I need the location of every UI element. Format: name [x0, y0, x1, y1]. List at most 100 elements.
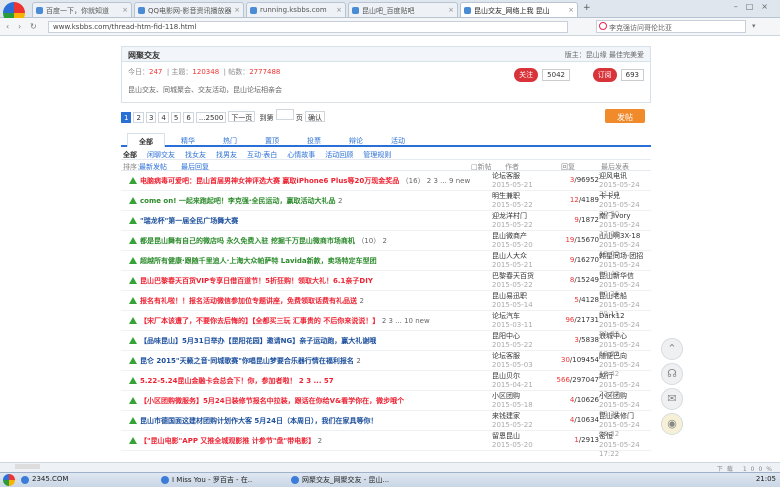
back-to-top-icon[interactable]: ⌃ — [661, 338, 683, 360]
last-poster[interactable]: 山山啊3X-18 — [599, 232, 640, 240]
thread-row[interactable]: 昆山巴黎春天百货VIP专享日借百道节！5折狂购！领取大礼！6.1亲子DIY 巴黎… — [121, 271, 651, 298]
browser-tab[interactable]: running.ksbbs.com × — [246, 2, 346, 17]
thread-pages[interactable]: 2 — [359, 297, 363, 305]
thread-title-link[interactable]: 超越所有健康·跟随千里追人·上海大众帕萨特 Lavida新款，卖场特定车型团 — [140, 257, 377, 265]
thread-author[interactable]: 论坛客服 — [492, 352, 520, 360]
last-poster[interactable]: 密恒 — [599, 432, 613, 440]
next-page-button[interactable]: 下一页 — [228, 111, 256, 122]
last-poster[interactable]: 昆山老船 — [599, 292, 627, 300]
thread-row[interactable]: 5.22-5.24昆山金融卡会总会下！你，参加者啦！ 2 3 ... 57 昆山… — [121, 371, 651, 398]
page-link[interactable]: 4 — [158, 112, 169, 123]
thread-pages[interactable]: （10） 2 — [357, 237, 387, 245]
follow-button[interactable]: 关注 — [514, 68, 539, 82]
thread-author[interactable]: 论坛客服 — [492, 172, 520, 180]
last-poster[interactable]: 小区团购 — [599, 392, 627, 400]
back-button[interactable]: ‹ — [6, 22, 9, 31]
thread-title-link[interactable]: 昆山市德国面这建材团购计划作大客 5月24日（本周日），我们在家具等你！ — [140, 417, 378, 425]
thread-author[interactable]: 昆山易迅职 — [492, 292, 527, 300]
tab-activity[interactable]: 活动 — [379, 133, 417, 147]
browser-tab[interactable]: 百度一下，你就知道 × — [32, 2, 132, 17]
thread-title-link[interactable]: 昆山巴黎春天百货VIP专享日借百道节！5折狂购！领取大礼！6.1亲子DIY — [140, 277, 373, 285]
thread-title-link[interactable]: 昆仑 2015"天籁之音·同城歌赛"你唱昆山梦要合乐器行情在福利报名 — [140, 357, 354, 365]
tab-hot[interactable]: 热门 — [211, 133, 249, 147]
close-icon[interactable]: × — [568, 6, 574, 14]
close-icon[interactable]: × — [234, 6, 240, 14]
thread-title-link[interactable]: 都是昆山舞有自己的微店吗 永久免费入驻 挖掘千万昆山微商市场商机 — [140, 237, 355, 245]
thread-title-link[interactable]: 【"昆山电影"APP 又推全城观影推 计参节"盘"带电影】 — [140, 437, 315, 445]
thread-title-link[interactable]: 【品味昆山】5月31日举办【昆阳花园】邀请NG】亲子运动跑，赢大礼谢哦 — [140, 337, 376, 345]
thread-row[interactable]: 超越所有健康·跟随千里追人·上海大众帕萨特 Lavida新款，卖场特定车型团 昆… — [121, 251, 651, 278]
thread-author[interactable]: 昆山贝尔 — [492, 372, 520, 380]
weibo-icon[interactable]: ◉ — [661, 413, 683, 435]
thread-row[interactable]: 【小区团购微服务】5月24日装修节报名中拉装，跟话在你给V&看学你在，微步哦个 … — [121, 391, 651, 418]
tab-digest[interactable]: 精华 — [169, 133, 207, 147]
thread-title-link[interactable]: 电脑病毒可爱吧：昆山首届男神女神评选大赛 赢取iPhone6 Plus等20万现… — [140, 177, 399, 185]
thread-author[interactable]: 昆山人大众 — [492, 252, 527, 260]
subtab[interactable]: 心情故事 — [287, 151, 315, 159]
taskbar-item[interactable]: 2345.COM — [20, 475, 68, 486]
browser-search-input[interactable]: 李克强访问哥伦比亚 — [596, 20, 746, 33]
thread-row[interactable]: 都是昆山舞有自己的微店吗 永久免费入驻 挖掘千万昆山微商市场商机 （10） 2 昆… — [121, 231, 651, 258]
forward-button[interactable]: › — [18, 22, 21, 31]
chevron-down-icon[interactable]: ▾ — [752, 22, 756, 30]
last-poster[interactable]: 浪城中心 — [599, 332, 627, 340]
goto-page-input[interactable] — [275, 109, 294, 120]
page-link[interactable]: 5 — [170, 112, 182, 123]
subtab[interactable]: 找女友 — [185, 151, 206, 159]
last-poster[interactable]: 迎风电讯 — [599, 172, 627, 180]
tab-all[interactable]: 全部 — [127, 133, 165, 147]
close-icon[interactable]: × — [336, 6, 342, 14]
thread-row[interactable]: 报名有礼啦！！报名活动微信参加位专题讲座，免费领取话费有礼品送 2 昆山易迅职 20… — [121, 291, 651, 318]
thread-row[interactable]: "瑞龙杯"第一届全民广场舞大赛 迎龙洋村门 2015-05-22 9/1872 南门I… — [121, 211, 651, 238]
tab-sticky[interactable]: 置顶 — [253, 133, 291, 147]
page-link[interactable]: 2 — [133, 112, 144, 123]
thread-row[interactable]: come on! 一起来跑起吧！李克强·全民运动，赢取活动大礼品 2 明生兼职 20… — [121, 191, 651, 218]
thread-author[interactable]: 论坛汽车 — [492, 312, 520, 320]
thread-author[interactable]: 小区团购 — [492, 392, 520, 400]
thread-pages[interactable]: 2 — [338, 197, 342, 205]
thread-title-link[interactable]: 【宋厂本该遭了，不要你去后悔的】【全都买三玩 汇事贵的 不后你来说说！】 — [140, 317, 379, 325]
thread-title-link[interactable]: 【小区团购微服务】5月24日装修节报名中拉装，跟话在你给V&看学你在，微步哦个 — [140, 397, 404, 405]
thread-author[interactable]: 来钱建家 — [492, 412, 520, 420]
subtab[interactable]: 互动·表白 — [247, 151, 277, 159]
thread-row[interactable]: 【品味昆山】5月31日举办【昆阳花园】邀请NG】亲子运动跑，赢大礼谢哦 昆阳中心… — [121, 331, 651, 358]
thread-author[interactable]: 巴黎春天百货 — [492, 272, 534, 280]
subtab[interactable]: 活动回顾 — [325, 151, 353, 159]
thread-pages[interactable]: 2 — [356, 357, 360, 365]
page-link[interactable]: ...2500 — [195, 112, 227, 123]
new-post-button[interactable]: 发帖 — [605, 109, 645, 123]
moderators[interactable]: 版主：昆山缘 最佳完美爱 — [565, 50, 644, 60]
thread-author[interactable]: 迎龙洋村门 — [492, 212, 527, 220]
tab-debate[interactable]: 辩论 — [337, 133, 375, 147]
thread-pages[interactable]: 2 — [318, 437, 322, 445]
taskbar-item[interactable]: I Miss You - 罗百吉 - 在.. — [160, 475, 252, 486]
thread-pages[interactable]: （16） 2 3 ... 9 new — [402, 177, 471, 185]
goto-confirm-button[interactable]: 确认 — [305, 111, 326, 122]
taskbar-item[interactable]: 网聚交友_网聚交友 - 昆山... — [290, 475, 389, 486]
thread-title-link[interactable]: 5.22-5.24昆山金融卡会总会下！你，参加者啦！ 2 3 ... 57 — [140, 377, 334, 385]
refresh-button[interactable]: ↻ — [30, 22, 37, 31]
close-icon[interactable]: × — [122, 6, 128, 14]
start-button[interactable] — [3, 474, 15, 486]
last-poster[interactable]: 韩星同场·团招 — [599, 252, 643, 260]
thread-title-link[interactable]: "瑞龙杯"第一届全民广场舞大赛 — [140, 217, 238, 225]
rss-button[interactable]: 订阅 — [592, 68, 617, 82]
browser-tab[interactable]: QQ电影网-影音资讯播放器 × — [134, 2, 244, 17]
last-poster[interactable]: 昆山装修门 — [599, 412, 634, 420]
page-link[interactable]: 6 — [183, 112, 194, 123]
url-input[interactable]: www.ksbbs.com/thread-htm-fid-118.html — [48, 21, 568, 33]
thread-author[interactable]: 留恩昆山 — [492, 432, 520, 440]
browser-tab[interactable]: 昆山吧_百度贴吧 × — [348, 2, 458, 17]
last-poster[interactable]: 卡卡兒 — [599, 192, 620, 200]
close-icon[interactable]: × — [448, 6, 454, 14]
thread-author[interactable]: 昆山微商产 — [492, 232, 527, 240]
window-controls[interactable]: –□× — [734, 2, 776, 11]
subtab[interactable]: 找男友 — [216, 151, 237, 159]
wechat-icon[interactable]: ✉ — [661, 388, 683, 410]
headset-icon[interactable]: ☊ — [661, 363, 683, 385]
page-link[interactable]: 1 — [121, 112, 132, 123]
thread-row[interactable]: 昆仑 2015"天籁之音·同城歌赛"你唱昆山梦要合乐器行情在福利报名 2 论坛客服… — [121, 351, 651, 378]
thread-row[interactable]: 【"昆山电影"APP 又推全城观影推 计参节"盘"带电影】 2 留恩昆山 2015-… — [121, 431, 651, 458]
thread-author[interactable]: 昆阳中心 — [492, 332, 520, 340]
last-poster[interactable]: Dark12 — [599, 312, 625, 320]
